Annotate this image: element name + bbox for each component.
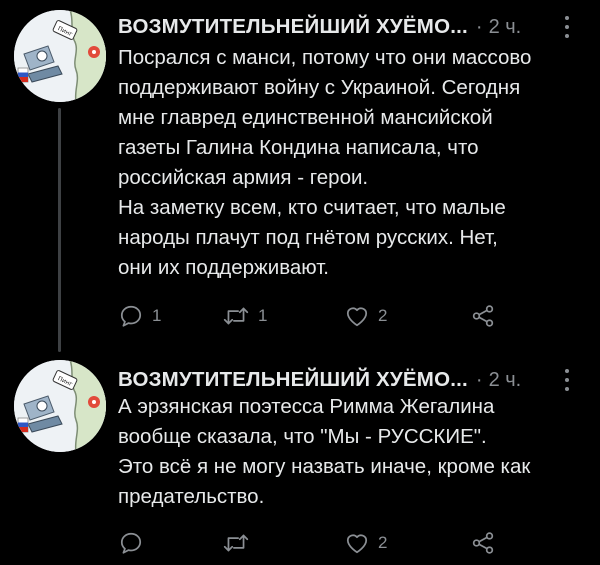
heart-icon — [346, 307, 368, 327]
reply-icon — [120, 532, 142, 554]
separator-dot: · — [475, 368, 483, 391]
text-line: народы плачут под гнётом русских. Нет, — [118, 226, 498, 249]
avatar[interactable]: Пинг — [14, 360, 106, 452]
text-line: предательство. — [118, 485, 265, 508]
text-line: мне главред единственной мансийской — [118, 106, 493, 129]
text-line: газеты Галина Кондина написала, что — [118, 136, 479, 159]
avatar-image: Пинг — [14, 360, 106, 452]
post-header: ВОЗМУТИТЕЛЬНЕЙШИЙ ХУЁМО... · 2 ч. — [118, 365, 580, 395]
retweet-icon — [223, 534, 249, 552]
text-line: российская армия - герои. — [118, 166, 369, 189]
text-line: Посрался с манси, потому что они массово — [118, 46, 532, 69]
post-2[interactable]: Пинг ВОЗМУТИТЕЛЬНЕЙШИЙ ХУЁМО... · 2 ч. А… — [0, 348, 600, 565]
more-vertical-icon[interactable] — [560, 14, 574, 40]
like-button[interactable]: 2 — [344, 301, 387, 331]
author-name[interactable]: ВОЗМУТИТЕЛЬНЕЙШИЙ ХУЁМО... — [118, 368, 468, 392]
post-text: Посрался с манси, потому что они массово… — [118, 43, 580, 283]
share-icon — [472, 305, 494, 327]
retweet-icon — [223, 307, 249, 325]
like-count: 2 — [378, 533, 388, 552]
text-line: поддерживают войну с Украиной. Сегодня — [118, 76, 521, 99]
action-bar: 1 1 2 — [118, 301, 538, 331]
reply-icon — [120, 305, 142, 327]
reply-button[interactable]: 1 — [118, 301, 161, 331]
like-button[interactable]: 2 — [344, 528, 387, 558]
author-name[interactable]: ВОЗМУТИТЕЛЬНЕЙШИЙ ХУЁМО... — [118, 15, 468, 39]
text-line: А эрзянская поэтесса Римма Жегалина — [118, 395, 495, 418]
post-1[interactable]: Пинг ВОЗМУТИТЕЛЬНЕЙШИЙ ХУЁМО... · 2 ч. П… — [0, 0, 600, 352]
share-button[interactable] — [470, 528, 496, 558]
retweet-button[interactable]: 1 — [222, 301, 267, 331]
text-line: они их поддерживают. — [118, 256, 330, 279]
reply-button[interactable] — [118, 528, 152, 558]
action-bar: 2 — [118, 528, 538, 558]
reply-count: 1 — [152, 306, 162, 325]
post-text: А эрзянская поэтесса Римма Жегалина вооб… — [118, 392, 580, 512]
text-line: вообще сказала, что "Мы - РУССКИЕ". — [118, 425, 487, 448]
timestamp[interactable]: 2 ч. — [489, 369, 522, 392]
post-header: ВОЗМУТИТЕЛЬНЕЙШИЙ ХУЁМО... · 2 ч. — [118, 12, 580, 42]
retweet-count: 1 — [258, 306, 268, 325]
like-count: 2 — [378, 306, 388, 325]
separator-dot: · — [475, 15, 483, 38]
more-vertical-icon[interactable] — [560, 367, 574, 393]
avatar-image: Пинг — [14, 10, 106, 102]
share-button[interactable] — [470, 301, 496, 331]
retweet-button[interactable] — [222, 528, 258, 558]
avatar[interactable]: Пинг — [14, 10, 106, 102]
thread-line — [58, 108, 61, 352]
text-line: Это всё я не могу назвать иначе, кроме к… — [118, 455, 531, 478]
heart-icon — [346, 534, 368, 554]
share-icon — [472, 532, 494, 554]
text-line: На заметку всем, кто считает, что малые — [118, 196, 506, 219]
timestamp[interactable]: 2 ч. — [489, 16, 522, 39]
